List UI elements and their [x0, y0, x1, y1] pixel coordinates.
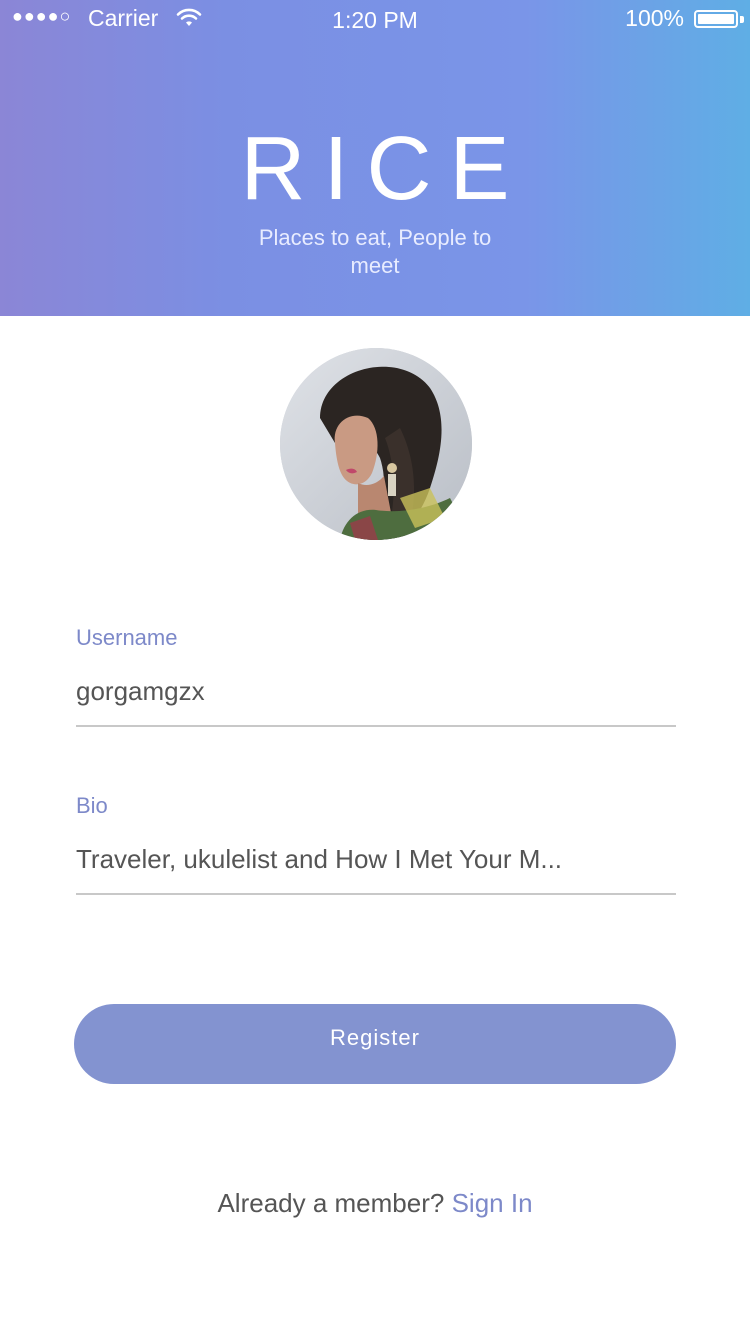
app-title: RICE [240, 119, 528, 219]
bio-label: Bio [76, 793, 108, 818]
app-tagline: Places to eat, People to meet [258, 225, 492, 278]
bio-field[interactable]: Traveler, ukulelist and How I Met Your M… [76, 844, 676, 875]
battery-icon [694, 10, 738, 28]
already-member-text: Already a member? [217, 1188, 445, 1218]
username-field[interactable]: gorgamgzx [76, 676, 676, 707]
battery-nub [740, 16, 744, 23]
avatar-photo-icon [280, 348, 472, 540]
sign-in-link[interactable]: Sign In [452, 1188, 533, 1218]
register-button-label: Register [330, 1025, 420, 1050]
username-label: Username [76, 625, 178, 650]
status-bar: ●●●●○ Carrier 1:20 PM 100% [0, 0, 750, 40]
signin-prompt: Already a member? Sign In [200, 1186, 550, 1220]
battery-percentage: 100% [625, 5, 684, 31]
header-banner: ●●●●○ Carrier 1:20 PM 100% RICE Places t… [0, 0, 750, 316]
profile-avatar[interactable] [280, 348, 472, 540]
bio-underline [76, 893, 676, 895]
username-underline [76, 725, 676, 727]
